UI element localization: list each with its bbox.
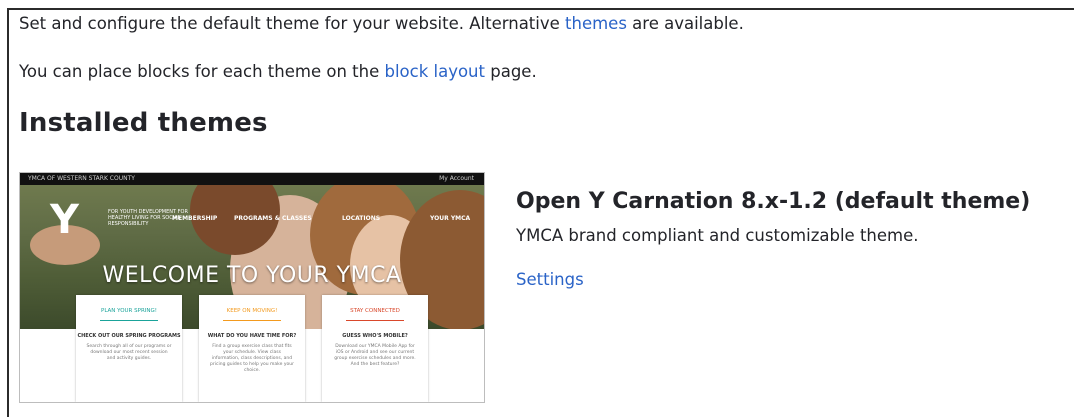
screenshot-site-name: YMCA OF WESTERN STARK COUNTY (28, 175, 135, 182)
screenshot-nav-item: MEMBERSHIP (172, 215, 218, 222)
section-title: Installed themes (19, 108, 268, 138)
screenshot-card: STAY CONNECTED GUESS WHO'S MOBILE? Downl… (322, 295, 428, 402)
theme-description: YMCA brand compliant and customizable th… (516, 226, 919, 245)
screenshot-card: PLAN YOUR SPRING! CHECK OUT OUR SPRING P… (76, 295, 182, 402)
card-body: Download our YMCA Mobile App for iOS or … (334, 344, 416, 367)
card-title: PLAN YOUR SPRING! (101, 308, 157, 314)
screenshot-headline: WELCOME TO YOUR YMCA (102, 263, 402, 288)
card-rule (346, 320, 404, 321)
screenshot-card: KEEP ON MOVING! WHAT DO YOU HAVE TIME FO… (199, 295, 305, 402)
card-body: Find a group exercise class that fits yo… (210, 344, 294, 373)
screenshot-nav-item: LOCATIONS (342, 215, 381, 222)
screenshot-nav-item: PROGRAMS & CLASSES (234, 215, 312, 222)
screenshot-topbar: YMCA OF WESTERN STARK COUNTY My Account (20, 173, 484, 185)
theme-settings-link[interactable]: Settings (516, 270, 584, 289)
intro-text: page. (484, 62, 537, 81)
card-rule (223, 320, 281, 321)
card-subtitle: CHECK OUT OUR SPRING PROGRAMS (77, 333, 181, 339)
themes-link[interactable]: themes (565, 14, 627, 33)
intro-text: You can place blocks for each theme on t… (19, 62, 385, 81)
card-body: Search through all of our programs or do… (86, 344, 172, 361)
intro-line-2: You can place blocks for each theme on t… (19, 62, 537, 81)
block-layout-link[interactable]: block layout (384, 62, 485, 81)
theme-screenshot: YMCA OF WESTERN STARK COUNTY My Account … (19, 172, 485, 403)
ymca-logo: Y (50, 197, 79, 243)
card-subtitle: GUESS WHO'S MOBILE? (342, 333, 408, 339)
intro-line-1: Set and configure the default theme for … (19, 14, 744, 33)
intro-text: Set and configure the default theme for … (19, 14, 566, 33)
card-title: KEEP ON MOVING! (226, 308, 278, 314)
theme-name: Open Y Carnation 8.x-1.2 (default theme) (516, 189, 1031, 214)
screenshot-nav-item: YOUR YMCA (430, 215, 471, 222)
card-rule (100, 320, 158, 321)
card-title: STAY CONNECTED (350, 308, 400, 314)
screenshot-account-link: My Account (439, 175, 474, 182)
intro-text: are available. (626, 14, 744, 33)
card-subtitle: WHAT DO YOU HAVE TIME FOR? (207, 333, 297, 339)
